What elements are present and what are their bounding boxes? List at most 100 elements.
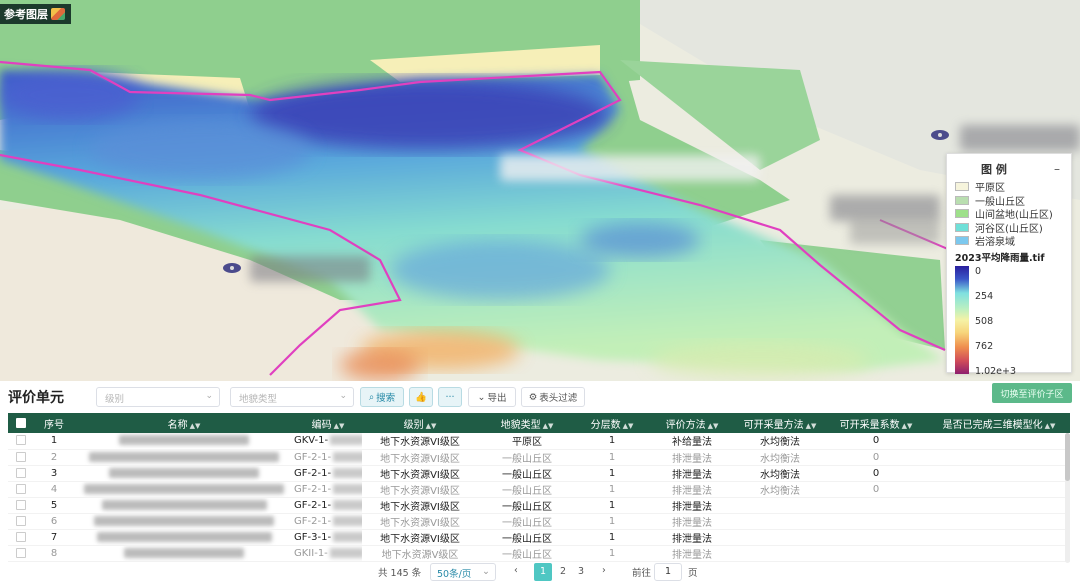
table-row[interactable]: 5 GF-2-1- 地下水资源VI级区 一般山丘区 1 排泄量法	[8, 497, 1070, 514]
cell-index: 4	[34, 481, 74, 498]
sort-icon: ▲▼	[901, 421, 913, 430]
row-checkbox[interactable]	[8, 545, 34, 562]
row-checkbox[interactable]	[8, 513, 34, 530]
cell-method: 排泄量法	[648, 497, 736, 514]
page-button[interactable]: 1	[534, 563, 552, 581]
row-checkbox[interactable]	[8, 497, 34, 514]
column-header[interactable]: 分层数 ▲▼	[576, 413, 648, 433]
table-scrollbar[interactable]	[1065, 433, 1070, 563]
cell-layers: 1	[576, 465, 648, 482]
layer-button-label: 参考图层	[4, 8, 48, 21]
legend-swatch	[955, 209, 969, 219]
blurred-map-label	[850, 218, 940, 244]
sort-icon: ▲▼	[189, 421, 201, 430]
cell-3d-model-status	[928, 481, 1070, 498]
cell-layers: 1	[576, 433, 648, 450]
legend-raster-title: 2023平均降雨量.tif	[955, 252, 1045, 264]
table-row[interactable]: 8 GKII-1- 地下水资源V级区 一般山丘区 1 排泄量法	[8, 545, 1070, 562]
cell-3d-model-status	[928, 465, 1070, 482]
redacted-code	[329, 547, 362, 558]
map-view[interactable]: 参考图层 图 例 – 平原区 一般山丘区 山间盆地(山丘区) 河谷区(山丘区) 岩溶泉域…	[0, 0, 1080, 390]
cell-code: GF-2-1-	[294, 449, 362, 466]
row-checkbox[interactable]	[8, 465, 34, 482]
cell-method: 排泄量法	[648, 449, 736, 466]
cell-method: 补给量法	[648, 433, 736, 450]
cell-coefficient	[824, 497, 928, 514]
column-header[interactable]: 地貌类型 ▲▼	[478, 413, 576, 433]
cell-level: 地下水资源VI级区	[362, 529, 478, 546]
search-button[interactable]: ⌕ 搜索	[360, 387, 404, 407]
ramp-label: 1.02e+3	[975, 365, 1017, 377]
table-row[interactable]: 6 GF-2-1- 地下水资源VI级区 一般山丘区 1 排泄量法	[8, 513, 1070, 530]
page-button[interactable]: 2	[554, 563, 572, 581]
cell-3d-model-status	[928, 529, 1070, 546]
table-header-row: 序号 名称 ▲▼ 编码 ▲▼ 级别 ▲▼ 地貌类型 ▲▼ 分层数 ▲▼ 评价方法 ▲▼ 可开…	[8, 413, 1070, 433]
switch-button-label: 切换至评价子区	[1000, 389, 1064, 400]
table-row[interactable]: 7 GF-3-1- 地下水资源VI级区 一般山丘区 1 排泄量法	[8, 529, 1070, 546]
row-checkbox[interactable]	[8, 449, 34, 466]
level-filter-placeholder: 级别	[105, 394, 125, 405]
blurred-map-label	[960, 125, 1080, 151]
column-header[interactable]: 级别 ▲▼	[362, 413, 478, 433]
cell-name	[74, 497, 294, 514]
export-button[interactable]: ⌄ 导出	[468, 387, 516, 407]
column-filter-button[interactable]: ⚙ 表头过滤	[521, 387, 585, 407]
reference-layer-button[interactable]: 参考图层	[0, 4, 71, 24]
layers-icon	[51, 8, 65, 20]
legend-collapse-icon[interactable]: –	[1051, 162, 1063, 176]
column-header: 序号	[44, 419, 64, 431]
table-row[interactable]: 1 GKV-1- 地下水资源VI级区 平原区 1 补给量法 水均衡法 0	[8, 433, 1070, 450]
cell-index: 7	[34, 529, 74, 546]
switch-to-subarea-button[interactable]: 切换至评价子区	[992, 383, 1072, 403]
thumbs-up-icon: 👍	[415, 391, 427, 403]
table-row[interactable]: 3 GF-2-1- 地下水资源VI级区 一般山丘区 1 排泄量法 水均衡法 0	[8, 465, 1070, 482]
page-button[interactable]: 3	[572, 563, 590, 581]
legend-item-label: 岩溶泉域	[975, 237, 1015, 249]
ramp-label: 0	[975, 265, 982, 277]
column-header[interactable]: 编码 ▲▼	[294, 413, 362, 433]
cell-coefficient: 0	[824, 433, 928, 450]
redacted-name	[109, 467, 259, 478]
redacted-code	[333, 499, 362, 510]
cell-3d-model-status	[928, 513, 1070, 530]
row-checkbox[interactable]	[8, 433, 34, 450]
total-count: 共 145 条	[378, 568, 422, 579]
next-page-button[interactable]: ›	[602, 565, 606, 576]
cell-index: 5	[34, 497, 74, 514]
level-filter-select[interactable]: 级别 ⌄	[96, 387, 220, 407]
column-header[interactable]: 可开采量方法 ▲▼	[736, 413, 824, 433]
goto-page-input[interactable]: 1	[654, 563, 682, 581]
prev-page-button[interactable]: ‹	[514, 565, 518, 576]
cell-level: 地下水资源VI级区	[362, 465, 478, 482]
table-row[interactable]: 2 GF-2-1- 地下水资源VI级区 一般山丘区 1 排泄量法 水均衡法 0	[8, 449, 1070, 466]
column-header[interactable]: 可开采量系数 ▲▼	[824, 413, 928, 433]
select-all-checkbox[interactable]	[8, 413, 34, 433]
redacted-name	[94, 515, 274, 526]
cell-code: GKII-1-	[294, 545, 362, 562]
search-button-label: 搜索	[376, 393, 396, 404]
table-row[interactable]: 4 GF-2-1- 地下水资源VI级区 一般山丘区 1 排泄量法 水均衡法 0	[8, 481, 1070, 498]
chevron-down-icon: ⌄	[339, 391, 347, 401]
page-size-select[interactable]: 50条/页 ⌄	[430, 563, 496, 581]
column-header[interactable]: 是否已完成三维模型化 ▲▼	[928, 413, 1070, 433]
cell-layers: 1	[576, 545, 648, 562]
sort-icon: ▲▼	[805, 421, 817, 430]
blurred-map-label	[250, 256, 370, 282]
thumbs-up-button[interactable]: 👍	[409, 387, 433, 407]
sort-icon: ▲▼	[542, 421, 554, 430]
cell-landform: 一般山丘区	[478, 449, 576, 466]
column-header[interactable]: 评价方法 ▲▼	[648, 413, 736, 433]
ramp-label: 254	[975, 290, 994, 302]
row-checkbox[interactable]	[8, 529, 34, 546]
column-header[interactable]: 名称 ▲▼	[74, 413, 294, 433]
cell-layers: 1	[576, 513, 648, 530]
panel-title: 评价单元	[8, 390, 64, 406]
cell-coefficient: 0	[824, 465, 928, 482]
cell-name	[74, 529, 294, 546]
cell-landform: 一般山丘区	[478, 497, 576, 514]
legend-swatch	[955, 236, 969, 246]
more-button[interactable]: ···	[438, 387, 462, 407]
cell-mining-method: 水均衡法	[736, 449, 824, 466]
landform-filter-select[interactable]: 地貌类型 ⌄	[230, 387, 354, 407]
row-checkbox[interactable]	[8, 481, 34, 498]
